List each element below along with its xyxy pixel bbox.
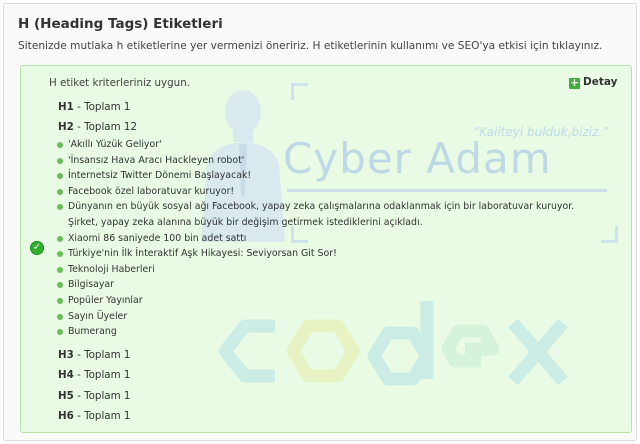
h2-summary: H2 - Toplam 12: [58, 121, 137, 133]
bullet-icon: [57, 235, 63, 242]
h3-summary: H3 - Toplam 1: [58, 349, 130, 361]
h2-tag: H2: [58, 121, 74, 133]
h2-count: - Toplam 12: [77, 121, 138, 133]
list-item: Popüler Yayınlar: [57, 293, 607, 309]
h6-tag: H6: [58, 410, 74, 422]
h5-tag: H5: [58, 390, 74, 402]
list-item: 'Akıllı Yüzük Geliyor': [57, 137, 607, 153]
list-item-text: Facebook özel laboratuvar kuruyor!: [68, 185, 235, 197]
list-item: Facebook özel laboratuvar kuruyor!: [57, 184, 607, 200]
list-item-text: Popüler Yayınlar: [68, 294, 143, 306]
h1-tag: H1: [58, 101, 74, 113]
list-item-text: Türkiye'nin İlk İnteraktif Aşk Hikayesi:…: [68, 248, 337, 260]
section-description-link[interactable]: Sitenizde mutlaka h etiketlerine yer ver…: [18, 40, 602, 52]
bullet-icon: [57, 297, 63, 304]
h4-count: - Toplam 1: [77, 369, 131, 381]
list-item: Türkiye'nin İlk İnteraktif Aşk Hikayesi:…: [57, 246, 607, 262]
h1-count: - Toplam 1: [77, 101, 131, 113]
list-item-text: Bumerang: [68, 326, 117, 338]
h1-summary: H1 - Toplam 1: [58, 101, 130, 113]
list-item: Dünyanın en büyük sosyal ağı Facebook, y…: [57, 199, 607, 230]
check-circle-icon: ✓: [30, 241, 44, 255]
list-item-text: 'Akıllı Yüzük Geliyor': [68, 139, 162, 150]
list-item-text: 'İnsansız Hava Aracı Hackleyen robot': [68, 154, 245, 166]
result-panel: “Kaliteyi bulduk,biziz.” Cyber Adam ✓ H …: [20, 65, 632, 433]
list-item-text: Xiaomi 86 saniyede 100 bin adet sattı: [68, 232, 247, 244]
bullet-icon: [57, 266, 63, 273]
h3-tag: H3: [58, 349, 74, 361]
list-item: Bumerang: [57, 324, 607, 340]
bullet-icon: [57, 142, 63, 148]
bullet-icon: [57, 313, 63, 320]
bullet-icon: [57, 157, 63, 164]
list-item: Sayın Üyeler: [57, 309, 607, 325]
h4-summary: H4 - Toplam 1: [58, 369, 130, 381]
list-item-text: Teknoloji Haberleri: [68, 263, 155, 275]
list-item-text: Bilgisayar: [68, 279, 114, 291]
bullet-icon: [57, 282, 63, 289]
detail-button[interactable]: + Detay: [569, 76, 617, 89]
h2-list: 'Akıllı Yüzük Geliyor' 'İnsansız Hava Ar…: [57, 137, 607, 340]
list-item: İnternetsiz Twitter Dönemi Başlayacak!: [57, 168, 607, 184]
bullet-icon: [57, 188, 63, 195]
h3-count: - Toplam 1: [77, 349, 131, 361]
h6-summary: H6 - Toplam 1: [58, 410, 130, 422]
h4-tag: H4: [58, 369, 74, 381]
list-item-text: Dünyanın en büyük sosyal ağı Facebook, y…: [68, 201, 575, 228]
bullet-icon: [57, 251, 63, 258]
list-item: Xiaomi 86 saniyede 100 bin adet sattı: [57, 231, 607, 247]
list-item: Bilgisayar: [57, 277, 607, 293]
list-item: 'İnsansız Hava Aracı Hackleyen robot': [57, 153, 607, 169]
h5-summary: H5 - Toplam 1: [58, 390, 130, 402]
list-item-text: Sayın Üyeler: [68, 310, 128, 322]
list-item: Teknoloji Haberleri: [57, 262, 607, 278]
bullet-icon: [57, 329, 63, 336]
section-title: H (Heading Tags) Etiketleri: [18, 16, 223, 32]
plus-icon: +: [569, 76, 580, 89]
bullet-icon: [57, 173, 63, 180]
bullet-icon: [57, 204, 63, 211]
h6-count: - Toplam 1: [77, 410, 131, 422]
result-message: H etiket kriterleriniz uygun.: [49, 77, 190, 89]
h5-count: - Toplam 1: [77, 390, 131, 402]
watermark-frame-corner: [291, 83, 308, 100]
detail-label: Detay: [583, 76, 618, 88]
list-item-text: İnternetsiz Twitter Dönemi Başlayacak!: [68, 170, 252, 182]
heading-tags-section: H (Heading Tags) Etiketleri Sitenizde mu…: [3, 3, 637, 441]
